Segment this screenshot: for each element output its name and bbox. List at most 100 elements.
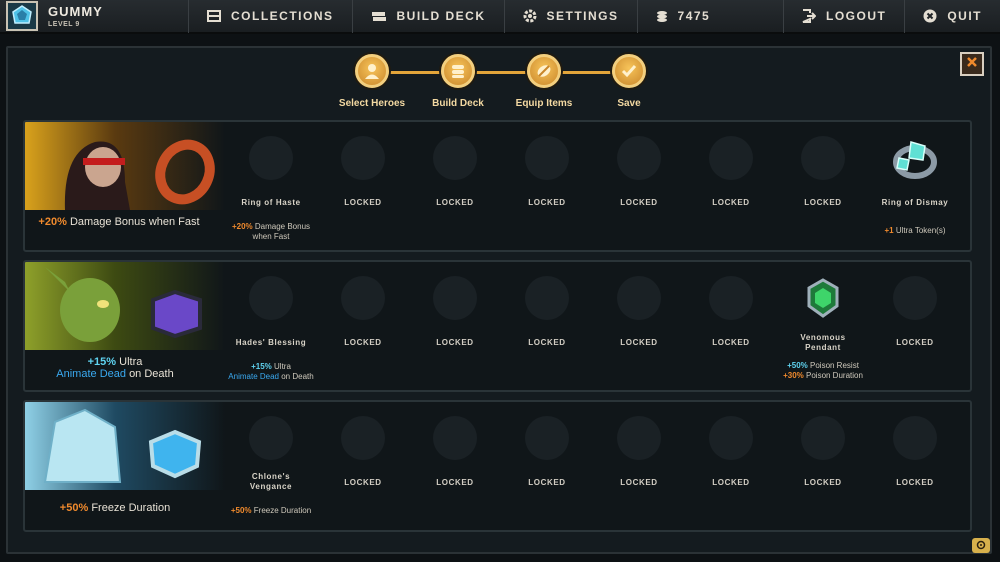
hero-bonus: +20% Damage Bonus when Fast	[38, 216, 200, 228]
item-slot[interactable]: Venomous Pendant +50% Poison Resist +30%…	[777, 262, 869, 390]
locked-label: LOCKED	[436, 198, 474, 207]
item-stat: +50% Freeze Duration	[230, 506, 312, 515]
close-icon	[966, 55, 978, 73]
item-slot-locked[interactable]: LOCKED	[777, 122, 869, 250]
item-slot[interactable]: Ring of Haste +20% Damage Bonus when Fas…	[225, 122, 317, 250]
hero-row: +15% Ultra Animate Dead on Death Hades' …	[23, 260, 972, 392]
hero-portrait[interactable]: +20% Damage Bonus when Fast	[25, 122, 225, 250]
quit-label: QUIT	[947, 9, 982, 23]
step-label: Save	[617, 98, 641, 109]
item-name: Ring of Dismay	[881, 198, 949, 207]
nav-settings[interactable]: SETTINGS	[503, 0, 637, 33]
coins-icon	[656, 10, 668, 22]
locked-label: LOCKED	[620, 338, 658, 347]
item-slot-locked[interactable]: LOCKED	[317, 262, 409, 390]
item-slot-locked[interactable]: LOCKED	[685, 262, 777, 390]
locked-item-silhouette-icon	[801, 136, 845, 180]
step-label: Build Deck	[432, 98, 484, 109]
locked-item-silhouette-icon	[709, 416, 753, 460]
collections-icon	[207, 10, 221, 22]
quit-button[interactable]: QUIT	[904, 0, 1000, 33]
locked-item-silhouette-icon	[341, 276, 385, 320]
locked-item-silhouette-icon	[525, 136, 569, 180]
quit-icon	[923, 9, 937, 23]
item-slot[interactable]: Hades' Blessing +15% Ultra Animate Dead …	[225, 262, 317, 390]
item-slot-locked[interactable]: LOCKED	[685, 122, 777, 250]
item-slot-locked[interactable]: LOCKED	[409, 402, 501, 530]
locked-item-silhouette-icon	[801, 416, 845, 460]
locked-item-silhouette-icon	[341, 416, 385, 460]
hero-portrait[interactable]: +15% Ultra Animate Dead on Death	[25, 262, 225, 390]
check-icon	[612, 54, 646, 88]
item-name: Hades' Blessing	[235, 338, 307, 347]
locked-label: LOCKED	[712, 478, 750, 487]
locked-item-silhouette-icon	[709, 276, 753, 320]
item-stat: +20% Damage Bonus when Fast	[231, 222, 311, 241]
gear-icon	[523, 9, 537, 23]
close-button[interactable]	[960, 52, 984, 76]
nav-collections-label: COLLECTIONS	[231, 9, 334, 23]
item-slot-locked[interactable]: LOCKED	[869, 402, 961, 530]
chat-icon	[976, 537, 986, 555]
locked-item-silhouette-icon	[433, 136, 477, 180]
step-build-deck[interactable]: Build Deck	[413, 54, 503, 109]
hero-row: +20% Damage Bonus when Fast Ring of Hast…	[23, 120, 972, 252]
top-bar: GUMMY LEVEL 9 COLLECTIONS BUILD DECK SET…	[0, 0, 1000, 34]
step-label: Select Heroes	[338, 98, 406, 109]
ring-silhouette-icon	[249, 136, 293, 180]
chat-button[interactable]	[972, 538, 990, 553]
player-profile[interactable]: GUMMY LEVEL 9	[0, 0, 188, 33]
amulet-silhouette-icon	[249, 276, 293, 320]
locked-item-silhouette-icon	[617, 416, 661, 460]
locked-item-silhouette-icon	[617, 276, 661, 320]
locked-label: LOCKED	[620, 478, 658, 487]
locked-label: LOCKED	[344, 478, 382, 487]
nav-build-deck-label: BUILD DECK	[396, 9, 486, 23]
amulet-silhouette-icon	[249, 416, 293, 460]
step-select-heroes[interactable]: Select Heroes	[327, 54, 417, 109]
item-slot-locked[interactable]: LOCKED	[409, 262, 501, 390]
locked-label: LOCKED	[896, 478, 934, 487]
item-slot-locked[interactable]: LOCKED	[869, 262, 961, 390]
item-slot-locked[interactable]: LOCKED	[593, 122, 685, 250]
item-slot-locked[interactable]: LOCKED	[501, 122, 593, 250]
locked-item-silhouette-icon	[893, 416, 937, 460]
locked-label: LOCKED	[436, 478, 474, 487]
deck-icon	[441, 54, 475, 88]
item-slot[interactable]: Ring of Dismay +1 Ultra Token(s)	[869, 122, 961, 250]
locked-label: LOCKED	[712, 338, 750, 347]
item-slot-locked[interactable]: LOCKED	[501, 402, 593, 530]
item-slot-locked[interactable]: LOCKED	[593, 262, 685, 390]
logout-label: LOGOUT	[826, 9, 887, 23]
locked-label: LOCKED	[804, 478, 842, 487]
logout-icon	[802, 9, 816, 23]
nav-collections[interactable]: COLLECTIONS	[188, 0, 352, 33]
locked-label: LOCKED	[344, 338, 382, 347]
item-slot-locked[interactable]: LOCKED	[685, 402, 777, 530]
item-slot-locked[interactable]: LOCKED	[593, 402, 685, 530]
coin-amount: 7475	[677, 9, 711, 23]
hero-bonus: +15% Ultra Animate Dead on Death	[56, 356, 174, 380]
item-name: Chlone's Vengance	[249, 472, 293, 491]
hero-bonus: +50% Freeze Duration	[59, 502, 171, 514]
nav-settings-label: SETTINGS	[546, 9, 619, 23]
logout-button[interactable]: LOGOUT	[783, 0, 904, 33]
step-equip-items[interactable]: Equip Items	[499, 54, 589, 109]
item-slot-locked[interactable]: LOCKED	[317, 122, 409, 250]
locked-item-silhouette-icon	[341, 136, 385, 180]
item-slot-locked[interactable]: LOCKED	[409, 122, 501, 250]
player-level: LEVEL 9	[48, 20, 80, 28]
item-slot-locked[interactable]: LOCKED	[501, 262, 593, 390]
nav-build-deck[interactable]: BUILD DECK	[351, 0, 504, 33]
item-slot-locked[interactable]: LOCKED	[317, 402, 409, 530]
equip-icon	[527, 54, 561, 88]
progress-stepper: Select Heroes Build Deck Equip Items Sav…	[330, 54, 660, 114]
step-save[interactable]: Save	[584, 54, 674, 109]
item-stat: +50% Poison Resist +30% Poison Duration	[783, 361, 863, 380]
item-slot-locked[interactable]: LOCKED	[777, 402, 869, 530]
item-slot[interactable]: Chlone's Vengance +50% Freeze Duration	[225, 402, 317, 530]
locked-item-silhouette-icon	[433, 276, 477, 320]
hero-portrait[interactable]: +50% Freeze Duration	[25, 402, 225, 530]
locked-label: LOCKED	[528, 478, 566, 487]
locked-item-silhouette-icon	[893, 276, 937, 320]
